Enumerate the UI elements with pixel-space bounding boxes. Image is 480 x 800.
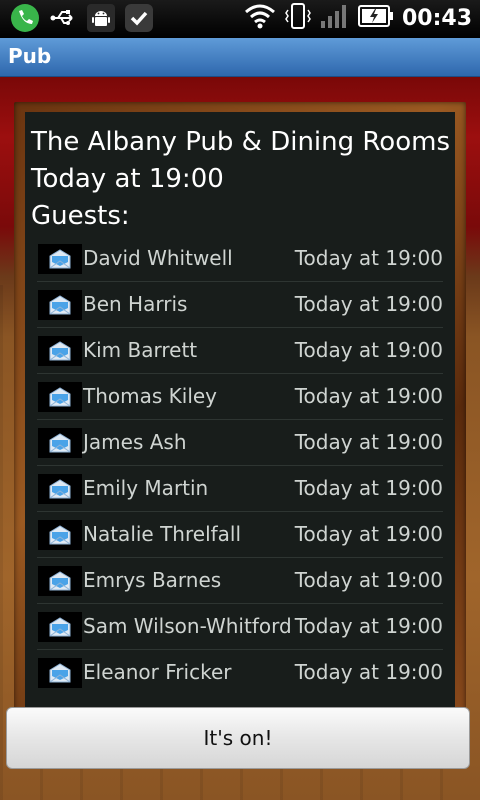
envelope-icon (38, 566, 82, 596)
venue-name: The Albany Pub & Dining Rooms (31, 127, 450, 157)
guest-time: Today at 19:00 (294, 384, 443, 408)
guest-name: David Whitwell (83, 246, 233, 270)
guest-time: Today at 19:00 (294, 430, 443, 454)
guest-name: Kim Barrett (83, 338, 198, 362)
envelope-icon (38, 244, 82, 274)
signal-icon (320, 3, 350, 33)
check-icon (124, 3, 154, 33)
guest-time: Today at 19:00 (294, 338, 443, 362)
guest-name: James Ash (83, 430, 187, 454)
usb-icon (48, 3, 78, 33)
confirm-button[interactable]: It's on! (6, 707, 470, 769)
guest-row[interactable]: Eleanor Fricker Today at 19:00 (37, 650, 443, 695)
envelope-icon (38, 612, 82, 642)
guest-row[interactable]: Thomas Kiley Today at 19:00 (37, 374, 443, 420)
guest-row[interactable]: Sam Wilson-Whitford Today at 19:00 (37, 604, 443, 650)
vibrate-icon (284, 2, 312, 34)
guest-time: Today at 19:00 (294, 614, 443, 638)
notification-icons (10, 3, 154, 33)
guest-row[interactable]: Ben Harris Today at 19:00 (37, 282, 443, 328)
battery-charging-icon (357, 3, 394, 33)
status-bar: 00:43 (0, 0, 480, 38)
guest-name: Sam Wilson-Whitford (83, 614, 292, 638)
envelope-icon (38, 474, 82, 504)
envelope-icon (38, 520, 82, 550)
event-time: Today at 19:00 (31, 164, 224, 194)
guests-heading: Guests: (31, 201, 130, 231)
envelope-icon (38, 382, 82, 412)
guest-time: Today at 19:00 (294, 522, 443, 546)
envelope-icon (38, 428, 82, 458)
guest-name: Emrys Barnes (83, 568, 222, 592)
guest-time: Today at 19:00 (294, 246, 443, 270)
guest-row[interactable]: Emily Martin Today at 19:00 (37, 466, 443, 512)
wifi-icon (244, 3, 276, 33)
guest-row[interactable]: Kim Barrett Today at 19:00 (37, 328, 443, 374)
guest-row[interactable]: David Whitwell Today at 19:00 (37, 236, 443, 282)
guest-row[interactable]: James Ash Today at 19:00 (37, 420, 443, 466)
envelope-icon (38, 336, 82, 366)
guest-name: Thomas Kiley (83, 384, 218, 408)
guest-row[interactable]: Natalie Threlfall Today at 19:00 (37, 512, 443, 558)
app-title-bar: Pub (0, 38, 480, 77)
app-title: Pub (8, 44, 52, 68)
envelope-icon (38, 290, 82, 320)
guest-time: Today at 19:00 (294, 660, 443, 684)
event-header: The Albany Pub & Dining Rooms Today at 1… (31, 124, 450, 235)
guest-name: Emily Martin (83, 476, 209, 500)
status-clock: 00:43 (401, 5, 472, 31)
guest-time: Today at 19:00 (294, 568, 443, 592)
guest-row[interactable]: Emrys Barnes Today at 19:00 (37, 558, 443, 604)
system-icons: 00:43 (244, 3, 472, 33)
guest-name: Eleanor Fricker (83, 660, 232, 684)
phone-icon (10, 3, 40, 33)
guest-list: David Whitwell Today at 19:00 Ben Harris To… (37, 236, 443, 695)
envelope-icon (38, 658, 82, 688)
guest-name: Natalie Threlfall (83, 522, 242, 546)
guest-time: Today at 19:00 (294, 476, 443, 500)
guest-time: Today at 19:00 (294, 292, 443, 316)
guest-name: Ben Harris (83, 292, 188, 316)
android-debug-icon (86, 3, 116, 33)
